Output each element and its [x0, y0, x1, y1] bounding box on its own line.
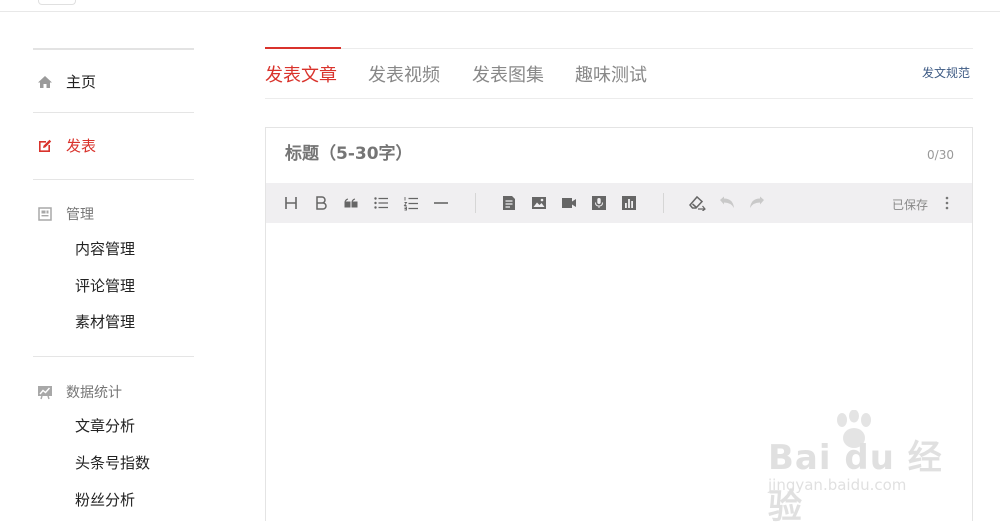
redo-icon[interactable] — [747, 193, 767, 213]
tab-fun-quiz[interactable]: 趣味测试 — [575, 61, 647, 87]
manage-icon — [37, 206, 53, 222]
sidebar-item-index[interactable]: 头条号指数 — [75, 452, 150, 473]
toolbar-separator — [475, 193, 476, 213]
sidebar-item-home[interactable]: 主页 — [37, 71, 96, 92]
baidu-watermark: Bai du 经验 jingyan.baidu.com — [768, 410, 958, 527]
eraser-icon[interactable] — [687, 193, 707, 213]
quote-icon[interactable] — [341, 193, 361, 213]
sidebar-divider — [33, 48, 194, 50]
tab-publish-video[interactable]: 发表视频 — [368, 61, 440, 87]
toolbar-separator — [663, 193, 664, 213]
publish-rules-link[interactable]: 发文规范 — [922, 64, 970, 81]
edit-icon — [37, 138, 53, 154]
divider-icon[interactable] — [431, 193, 451, 213]
top-bar — [0, 0, 1000, 12]
stats-icon — [37, 384, 53, 400]
saved-status: 已保存 — [891, 198, 928, 212]
heading-icon[interactable] — [281, 193, 301, 213]
home-icon — [37, 74, 53, 90]
document-icon[interactable] — [499, 193, 519, 213]
bullet-list-icon[interactable] — [371, 193, 391, 213]
sidebar-item-material-manage[interactable]: 素材管理 — [75, 311, 135, 332]
sidebar-item-comment-manage[interactable]: 评论管理 — [75, 275, 135, 296]
publish-tabs: 发表文章 发表视频 发表图集 趣味测试 发文规范 — [265, 47, 973, 99]
sidebar-divider — [33, 356, 194, 357]
sidebar-item-content-manage[interactable]: 内容管理 — [75, 238, 135, 259]
sidebar-item-fans-analysis[interactable]: 粉丝分析 — [75, 489, 135, 510]
logo-stub — [38, 0, 76, 5]
sidebar-section-label: 数据统计 — [66, 385, 122, 401]
active-tab-indicator — [265, 47, 341, 49]
audio-icon[interactable] — [589, 193, 609, 213]
sidebar-item-label: 发表 — [66, 137, 97, 155]
title-input[interactable] — [285, 144, 785, 164]
title-char-count: 0/30 — [927, 148, 954, 162]
sidebar-item-label: 主页 — [66, 73, 97, 91]
sidebar-item-publish[interactable]: 发表 — [37, 135, 96, 156]
sidebar-section-stats: 数据统计 — [37, 382, 122, 402]
numbered-list-icon[interactable] — [401, 193, 421, 213]
sidebar-section-manage: 管理 — [37, 204, 94, 224]
more-icon[interactable] — [940, 194, 954, 212]
watermark-url: jingyan.baidu.com — [768, 476, 907, 494]
undo-icon[interactable] — [717, 193, 737, 213]
video-icon[interactable] — [559, 193, 579, 213]
sidebar-divider — [33, 112, 194, 113]
sidebar-section-label: 管理 — [66, 207, 94, 223]
chart-icon[interactable] — [619, 193, 639, 213]
tab-publish-gallery[interactable]: 发表图集 — [472, 61, 544, 87]
title-row: 0/30 — [266, 128, 972, 183]
sidebar-item-article-analysis[interactable]: 文章分析 — [75, 415, 135, 436]
bold-icon[interactable] — [311, 193, 331, 213]
tab-publish-article[interactable]: 发表文章 — [265, 61, 337, 87]
editor-toolbar: 已保存 — [266, 183, 972, 223]
sidebar-divider — [33, 179, 194, 180]
image-icon[interactable] — [529, 193, 549, 213]
